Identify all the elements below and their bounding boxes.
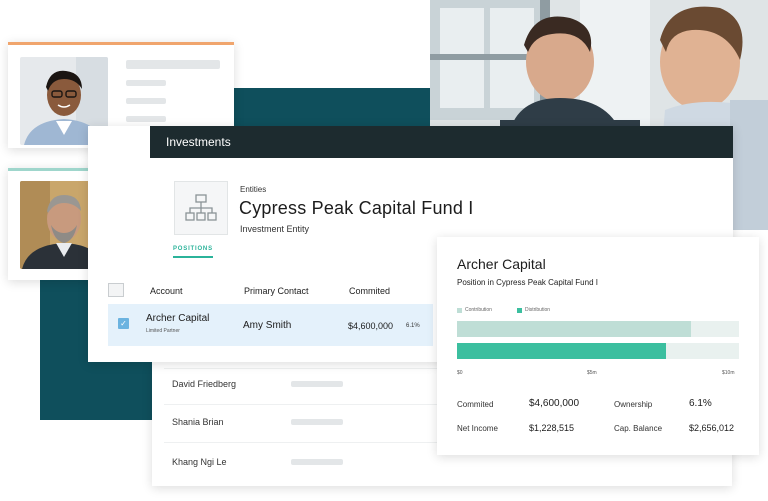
entity-type: Investment Entity <box>240 224 310 234</box>
column-header-account[interactable]: Account <box>150 286 183 296</box>
row-divider <box>164 404 454 405</box>
panel-title: Archer Capital <box>457 256 546 272</box>
placeholder-line <box>126 60 220 69</box>
stat-value-commited: $4,600,000 <box>529 398 580 409</box>
window-title: Investments <box>150 126 733 158</box>
axis-tick-10m: $10m <box>722 370 735 376</box>
select-all-checkbox[interactable] <box>108 283 124 297</box>
stat-label-cap-balance: Cap. Balance <box>614 424 663 433</box>
stat-value-net-income: $1,228,515 <box>529 423 575 433</box>
placeholder-line <box>126 116 166 122</box>
legend-swatch-distribution <box>517 307 522 313</box>
row-percent: 6.1% <box>406 323 420 329</box>
list-item-name[interactable]: Khang Ngi Le <box>172 457 227 467</box>
teal-background-block <box>234 88 430 128</box>
row-account-type: Limited Partner <box>146 328 180 334</box>
table-row-selected[interactable]: ✓ Archer Capital Limited Partner Amy Smi… <box>108 304 433 346</box>
tab-positions[interactable]: POSITIONS <box>173 246 213 258</box>
stat-label-net-income: Net Income <box>457 424 498 433</box>
placeholder-line <box>291 381 343 387</box>
legend-label: Contribution <box>465 307 492 313</box>
placeholder-line <box>126 98 166 104</box>
row-checkbox[interactable]: ✓ <box>118 318 129 329</box>
placeholder-line <box>126 80 166 86</box>
stat-value-ownership: 6.1% <box>689 398 712 409</box>
legend-swatch-contribution <box>457 307 462 313</box>
bar-track-contribution <box>457 321 739 337</box>
stat-value-cap-balance: $2,656,012 <box>689 423 735 433</box>
placeholder-line <box>291 459 343 465</box>
stat-label-commited: Commited <box>457 400 494 409</box>
page-title: Cypress Peak Capital Fund I <box>239 198 474 218</box>
list-item-name[interactable]: Shania Brian <box>172 417 224 427</box>
column-header-primary-contact[interactable]: Primary Contact <box>244 286 309 296</box>
column-header-commited[interactable]: Commited <box>349 286 390 296</box>
row-primary-contact: Amy Smith <box>243 320 292 331</box>
axis-tick-0: $0 <box>457 370 463 376</box>
stat-label-ownership: Ownership <box>614 400 653 409</box>
list-item-name[interactable]: David Friedberg <box>172 379 236 389</box>
row-divider <box>164 442 454 443</box>
row-account: Archer Capital <box>146 313 210 324</box>
org-chart-icon <box>174 181 228 235</box>
axis-tick-5m: $5m <box>587 370 597 376</box>
legend-label: Distribution <box>525 307 551 313</box>
legend-item-distribution: Distribution <box>517 307 550 313</box>
legend-item-contribution: Contribution <box>457 307 492 313</box>
bar-track-distribution <box>457 343 739 359</box>
row-divider <box>164 368 454 369</box>
panel-subtitle: Position in Cypress Peak Capital Fund I <box>457 278 598 287</box>
bar-contribution <box>457 321 692 337</box>
row-commited: $4,600,000 <box>348 321 394 331</box>
placeholder-line <box>291 419 343 425</box>
bar-distribution <box>457 343 666 359</box>
archer-capital-panel: Archer Capital Position in Cypress Peak … <box>437 237 759 455</box>
breadcrumb[interactable]: Entities <box>240 185 266 194</box>
